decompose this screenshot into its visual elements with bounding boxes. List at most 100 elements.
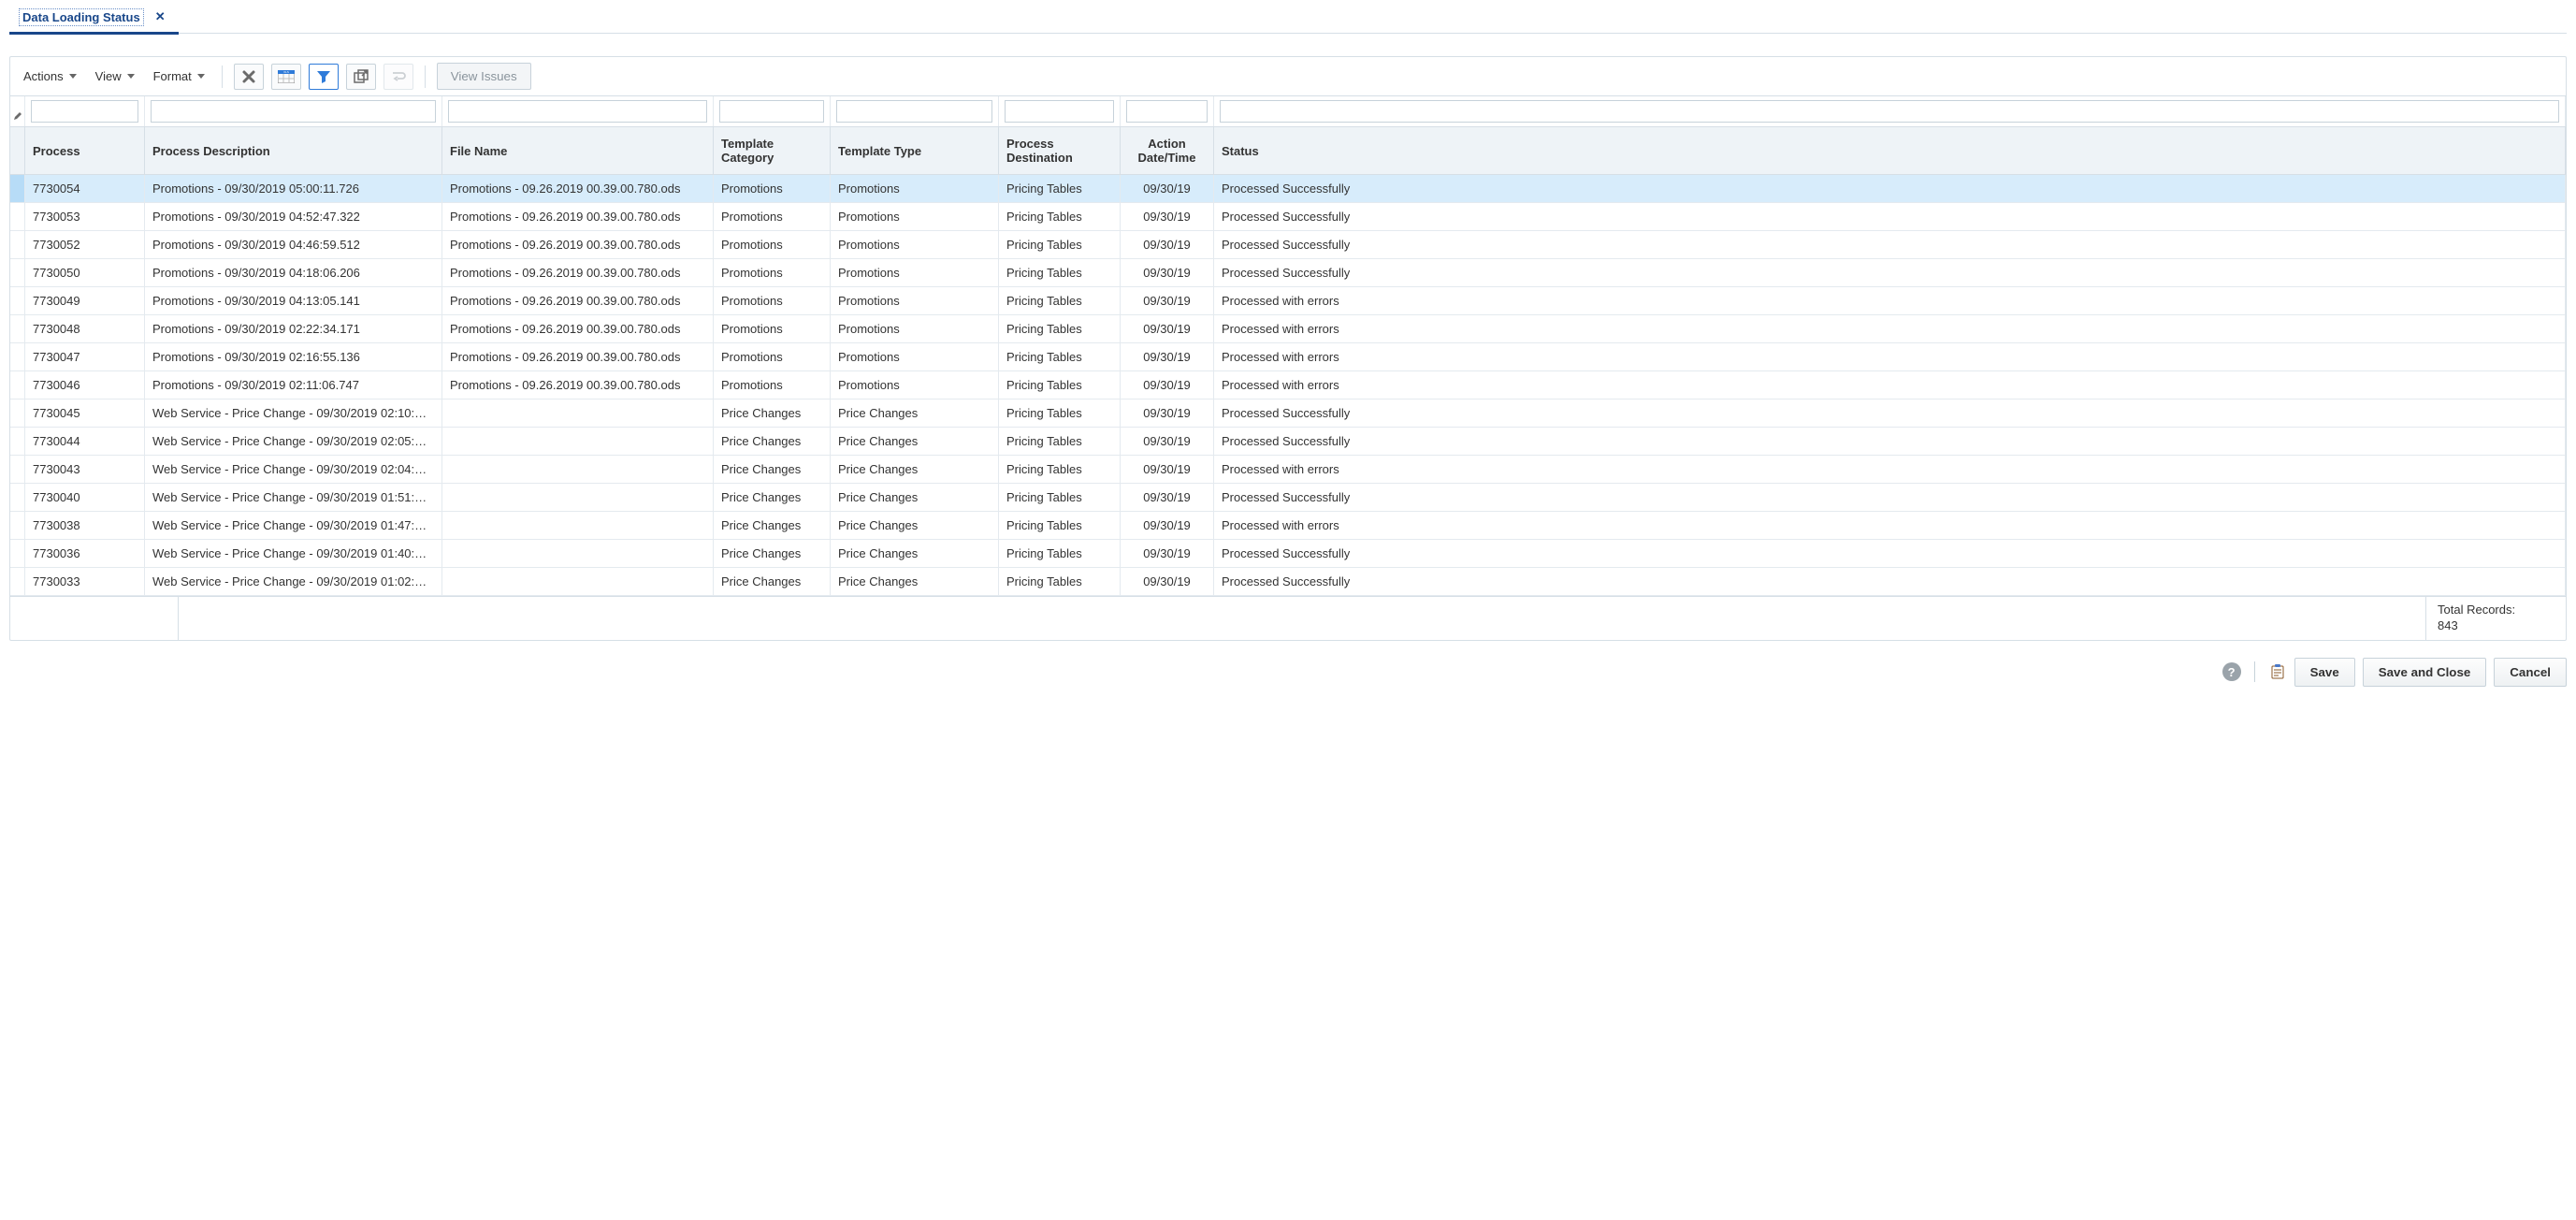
table-row[interactable]: 7730049Promotions - 09/30/2019 04:13:05.… [10, 287, 2566, 315]
row-selector[interactable] [10, 203, 25, 230]
row-selector[interactable] [10, 259, 25, 286]
detach-icon [354, 69, 369, 84]
filter-process[interactable] [31, 100, 138, 123]
filter-process-description[interactable] [151, 100, 436, 123]
cell-action-datetime: 09/30/19 [1121, 343, 1214, 370]
row-selector[interactable] [10, 428, 25, 455]
view-menu[interactable]: View [90, 65, 140, 87]
cell-template-type: Promotions [831, 203, 999, 230]
col-template-type[interactable]: Template Type [831, 127, 999, 174]
wrap-icon [391, 69, 406, 84]
filter-template-category[interactable] [719, 100, 824, 123]
svg-text:XLS: XLS [283, 70, 289, 74]
filter-template-type[interactable] [836, 100, 992, 123]
cell-action-datetime: 09/30/19 [1121, 371, 1214, 399]
action-bar: ? Save Save and Close Cancel [9, 641, 2567, 690]
separator [425, 65, 426, 88]
cell-template-category: Price Changes [714, 540, 831, 567]
save-button[interactable]: Save [2294, 658, 2355, 687]
table-row[interactable]: 7730050Promotions - 09/30/2019 04:18:06.… [10, 259, 2566, 287]
table-row[interactable]: 7730044Web Service - Price Change - 09/3… [10, 428, 2566, 456]
row-selector[interactable] [10, 399, 25, 427]
grid-footer: Total Records: 843 [10, 596, 2566, 640]
actions-menu[interactable]: Actions [18, 65, 82, 87]
table-row[interactable]: 7730043Web Service - Price Change - 09/3… [10, 456, 2566, 484]
col-process-description[interactable]: Process Description [145, 127, 442, 174]
cell-file-name [442, 512, 714, 539]
table-header: Process Process Description File Name Te… [10, 127, 2566, 175]
table-row[interactable]: 7730053Promotions - 09/30/2019 04:52:47.… [10, 203, 2566, 231]
detach-button[interactable] [346, 64, 376, 90]
table-row[interactable]: 7730038Web Service - Price Change - 09/3… [10, 512, 2566, 540]
cell-process: 7730048 [25, 315, 145, 342]
row-selector[interactable] [10, 287, 25, 314]
filter-status[interactable] [1220, 100, 2559, 123]
cell-file-name: Promotions - 09.26.2019 00.39.00.780.ods [442, 231, 714, 258]
cell-status: Processed Successfully [1214, 399, 2566, 427]
cell-status: Processed Successfully [1214, 231, 2566, 258]
cell-template-type: Promotions [831, 315, 999, 342]
cell-process-description: Web Service - Price Change - 09/30/2019 … [145, 512, 442, 539]
row-selector[interactable] [10, 456, 25, 483]
query-by-example-toggle[interactable] [10, 96, 25, 126]
row-selector[interactable] [10, 175, 25, 202]
col-process-destination[interactable]: Process Destination [999, 127, 1121, 174]
row-selector[interactable] [10, 484, 25, 511]
filter-action-datetime[interactable] [1126, 100, 1208, 123]
row-selector[interactable] [10, 568, 25, 595]
filter-file-name[interactable] [448, 100, 707, 123]
col-action-datetime[interactable]: Action Date/Time [1121, 127, 1214, 174]
table-row[interactable]: 7730045Web Service - Price Change - 09/3… [10, 399, 2566, 428]
format-menu[interactable]: Format [148, 65, 210, 87]
cell-action-datetime: 09/30/19 [1121, 428, 1214, 455]
row-selector[interactable] [10, 231, 25, 258]
close-icon[interactable]: ✕ [152, 9, 169, 24]
cell-file-name: Promotions - 09.26.2019 00.39.00.780.ods [442, 259, 714, 286]
table-row[interactable]: 7730046Promotions - 09/30/2019 02:11:06.… [10, 371, 2566, 399]
cell-file-name: Promotions - 09.26.2019 00.39.00.780.ods [442, 343, 714, 370]
row-selector[interactable] [10, 343, 25, 370]
cell-template-category: Price Changes [714, 399, 831, 427]
col-status[interactable]: Status [1214, 127, 2566, 174]
cell-template-category: Price Changes [714, 512, 831, 539]
col-file-name[interactable]: File Name [442, 127, 714, 174]
cell-process-description: Web Service - Price Change - 09/30/2019 … [145, 428, 442, 455]
table-row[interactable]: 7730036Web Service - Price Change - 09/3… [10, 540, 2566, 568]
export-xls-button[interactable]: XLS [271, 64, 301, 90]
cell-template-category: Promotions [714, 371, 831, 399]
tab-data-loading-status[interactable]: Data Loading Status ✕ [9, 3, 179, 35]
col-process[interactable]: Process [25, 127, 145, 174]
row-selector[interactable] [10, 540, 25, 567]
table-row[interactable]: 7730047Promotions - 09/30/2019 02:16:55.… [10, 343, 2566, 371]
cancel-button[interactable]: Cancel [2494, 658, 2567, 687]
cell-status: Processed Successfully [1214, 484, 2566, 511]
row-selector[interactable] [10, 371, 25, 399]
table-row[interactable]: 7730048Promotions - 09/30/2019 02:22:34.… [10, 315, 2566, 343]
cell-process-destination: Pricing Tables [999, 175, 1121, 202]
view-issues-button[interactable]: View Issues [437, 63, 531, 90]
row-selector-header [10, 127, 25, 174]
attachments-button[interactable] [2268, 662, 2287, 681]
filter-process-destination[interactable] [1005, 100, 1114, 123]
filter-button[interactable] [309, 64, 339, 90]
table-body: 7730054Promotions - 09/30/2019 05:00:11.… [10, 175, 2566, 596]
cell-action-datetime: 09/30/19 [1121, 175, 1214, 202]
col-template-category[interactable]: Template Category [714, 127, 831, 174]
row-selector[interactable] [10, 512, 25, 539]
cell-file-name [442, 428, 714, 455]
save-and-close-button[interactable]: Save and Close [2363, 658, 2487, 687]
table-row[interactable]: 7730040Web Service - Price Change - 09/3… [10, 484, 2566, 512]
separator [222, 65, 223, 88]
wrap-button[interactable] [384, 64, 413, 90]
cell-status: Processed with errors [1214, 315, 2566, 342]
table-row[interactable]: 7730052Promotions - 09/30/2019 04:46:59.… [10, 231, 2566, 259]
help-button[interactable]: ? [2222, 662, 2241, 681]
table-row[interactable]: 7730054Promotions - 09/30/2019 05:00:11.… [10, 175, 2566, 203]
table-row[interactable]: 7730033Web Service - Price Change - 09/3… [10, 568, 2566, 596]
delete-button[interactable] [234, 64, 264, 90]
row-selector[interactable] [10, 315, 25, 342]
cell-process-destination: Pricing Tables [999, 456, 1121, 483]
tab-label: Data Loading Status [19, 8, 144, 26]
grid-panel: Actions View Format XL [9, 56, 2567, 641]
cell-process: 7730033 [25, 568, 145, 595]
